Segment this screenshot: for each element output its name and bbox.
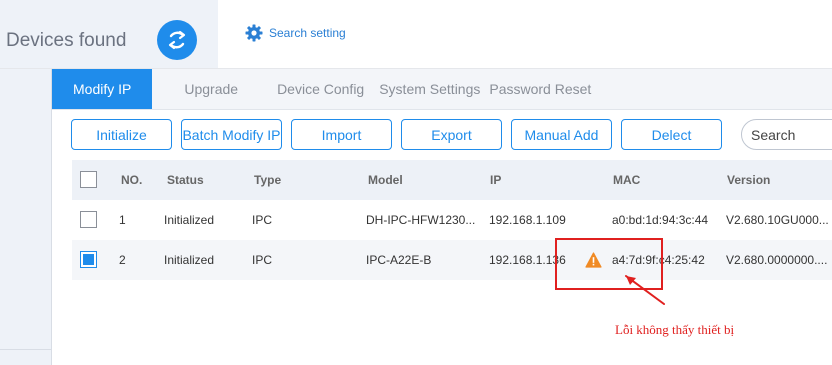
initialize-button[interactable]: Initialize [71,119,172,150]
row-checkbox[interactable] [80,251,97,268]
tab-system-settings[interactable]: System Settings [379,69,480,109]
column-header-model: Model [368,173,403,187]
header-left-panel: Devices found [0,0,218,68]
search-input[interactable] [741,119,832,150]
import-button[interactable]: Import [291,119,392,150]
batch-modify-ip-button[interactable]: Batch Modify IP [181,119,282,150]
row-mac: a0:bd:1d:94:3c:44 [612,213,709,227]
row-type: IPC [252,253,273,267]
manual-add-button[interactable]: Manual Add [511,119,612,150]
device-table: NO. Status Type Model IP MAC Version 1 I… [72,160,832,280]
row-model: IPC-A22E-B [366,253,432,267]
refresh-icon [168,30,186,50]
row-type: IPC [252,213,273,227]
export-button[interactable]: Export [401,119,502,150]
column-header-mac: MAC [613,173,641,187]
tab-modify-ip[interactable]: Modify IP [52,69,153,109]
row-version: V2.680.10GU000... [726,213,829,227]
sidebar-bottom-divider [0,349,51,350]
sidebar-divider [51,69,52,365]
search-setting-label: Search setting [269,26,346,40]
tab-device-config[interactable]: Device Config [277,69,364,109]
row-no: 1 [119,213,126,227]
table-row[interactable]: 2 Initialized IPC IPC-A22E-B 192.168.1.1… [72,240,832,280]
row-model: DH-IPC-HFW1230... [366,213,476,227]
column-header-status: Status [167,173,204,187]
tab-password-reset[interactable]: Password Reset [489,69,591,109]
left-sidebar [0,69,51,365]
refresh-button[interactable] [157,20,197,60]
row-status: Initialized [164,253,215,267]
annotation-arrow-icon [625,275,665,305]
row-no: 2 [119,253,126,267]
row-status: Initialized [164,213,215,227]
column-header-no: NO. [121,173,143,187]
annotation-note: Lỗi không thấy thiết bị [615,322,735,337]
row-ip: 192.168.1.109 [489,213,566,227]
column-header-version: Version [727,173,771,187]
column-header-type: Type [254,173,282,187]
select-all-checkbox[interactable] [80,171,97,188]
tab-divider [52,109,832,110]
gear-icon [245,24,263,42]
table-row[interactable]: 1 Initialized IPC DH-IPC-HFW1230... 192.… [72,200,832,240]
page-title: Devices found [6,30,127,51]
tab-bar: Modify IP Upgrade Device Config System S… [52,69,832,109]
row-checkbox[interactable] [80,211,97,228]
delect-button[interactable]: Delect [621,119,722,150]
column-header-ip: IP [490,173,502,187]
row-version: V2.680.0000000.... [726,253,828,267]
tab-upgrade[interactable]: Upgrade [184,69,238,109]
table-header-row: NO. Status Type Model IP MAC Version [72,160,832,200]
search-setting-link[interactable]: Search setting [245,24,346,42]
